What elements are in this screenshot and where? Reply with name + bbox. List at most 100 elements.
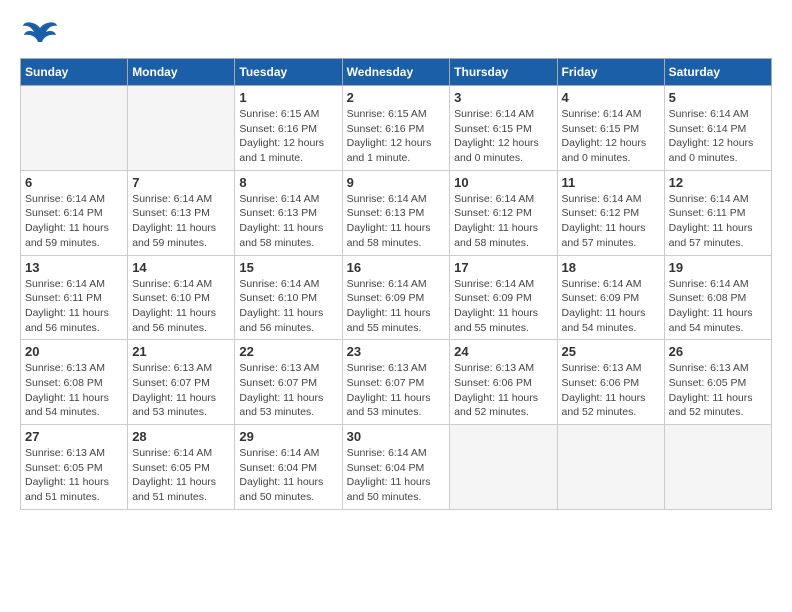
- day-info: Sunrise: 6:13 AM Sunset: 6:07 PM Dayligh…: [239, 361, 337, 420]
- day-info: Sunrise: 6:14 AM Sunset: 6:15 PM Dayligh…: [562, 107, 660, 166]
- page-header: [20, 20, 772, 42]
- day-header-monday: Monday: [128, 59, 235, 86]
- calendar-cell: [21, 86, 128, 171]
- day-number: 1: [239, 90, 337, 105]
- day-info: Sunrise: 6:13 AM Sunset: 6:06 PM Dayligh…: [562, 361, 660, 420]
- day-info: Sunrise: 6:14 AM Sunset: 6:12 PM Dayligh…: [562, 192, 660, 251]
- day-number: 28: [132, 429, 230, 444]
- day-number: 21: [132, 344, 230, 359]
- calendar-cell: 13 Sunrise: 6:14 AM Sunset: 6:11 PM Dayli…: [21, 255, 128, 340]
- calendar-cell: 16 Sunrise: 6:14 AM Sunset: 6:09 PM Dayli…: [342, 255, 450, 340]
- calendar-cell: 18 Sunrise: 6:14 AM Sunset: 6:09 PM Dayli…: [557, 255, 664, 340]
- calendar-cell: [557, 425, 664, 510]
- calendar-cell: 8 Sunrise: 6:14 AM Sunset: 6:13 PM Daylig…: [235, 170, 342, 255]
- day-info: Sunrise: 6:14 AM Sunset: 6:15 PM Dayligh…: [454, 107, 552, 166]
- day-header-tuesday: Tuesday: [235, 59, 342, 86]
- day-header-sunday: Sunday: [21, 59, 128, 86]
- day-info: Sunrise: 6:14 AM Sunset: 6:12 PM Dayligh…: [454, 192, 552, 251]
- day-number: 9: [347, 175, 446, 190]
- day-info: Sunrise: 6:14 AM Sunset: 6:09 PM Dayligh…: [454, 277, 552, 336]
- calendar-cell: 27 Sunrise: 6:13 AM Sunset: 6:05 PM Dayli…: [21, 425, 128, 510]
- day-number: 10: [454, 175, 552, 190]
- day-info: Sunrise: 6:14 AM Sunset: 6:13 PM Dayligh…: [347, 192, 446, 251]
- day-info: Sunrise: 6:13 AM Sunset: 6:07 PM Dayligh…: [347, 361, 446, 420]
- day-info: Sunrise: 6:14 AM Sunset: 6:13 PM Dayligh…: [132, 192, 230, 251]
- day-info: Sunrise: 6:14 AM Sunset: 6:08 PM Dayligh…: [669, 277, 767, 336]
- calendar-cell: 20Sunrise: 6:13 AM Sunset: 6:08 PM Dayli…: [21, 340, 128, 425]
- logo-bird-icon: [22, 20, 58, 48]
- calendar-week-4: 20Sunrise: 6:13 AM Sunset: 6:08 PM Dayli…: [21, 340, 772, 425]
- calendar-cell: 6Sunrise: 6:14 AM Sunset: 6:14 PM Daylig…: [21, 170, 128, 255]
- day-number: 8: [239, 175, 337, 190]
- calendar-cell: 7 Sunrise: 6:14 AM Sunset: 6:13 PM Daylig…: [128, 170, 235, 255]
- day-number: 26: [669, 344, 767, 359]
- day-header-friday: Friday: [557, 59, 664, 86]
- calendar-cell: 21 Sunrise: 6:13 AM Sunset: 6:07 PM Dayli…: [128, 340, 235, 425]
- day-info: Sunrise: 6:13 AM Sunset: 6:05 PM Dayligh…: [669, 361, 767, 420]
- calendar-week-2: 6Sunrise: 6:14 AM Sunset: 6:14 PM Daylig…: [21, 170, 772, 255]
- calendar-cell: 12 Sunrise: 6:14 AM Sunset: 6:11 PM Dayli…: [664, 170, 771, 255]
- calendar-cell: 2 Sunrise: 6:15 AM Sunset: 6:16 PM Daylig…: [342, 86, 450, 171]
- calendar-cell: [450, 425, 557, 510]
- day-number: 22: [239, 344, 337, 359]
- day-number: 24: [454, 344, 552, 359]
- day-number: 14: [132, 260, 230, 275]
- day-info: Sunrise: 6:14 AM Sunset: 6:09 PM Dayligh…: [347, 277, 446, 336]
- day-info: Sunrise: 6:14 AM Sunset: 6:11 PM Dayligh…: [25, 277, 123, 336]
- day-number: 16: [347, 260, 446, 275]
- calendar-cell: 26 Sunrise: 6:13 AM Sunset: 6:05 PM Dayli…: [664, 340, 771, 425]
- day-number: 7: [132, 175, 230, 190]
- day-number: 5: [669, 90, 767, 105]
- day-number: 27: [25, 429, 123, 444]
- calendar-week-1: 1 Sunrise: 6:15 AM Sunset: 6:16 PM Daylig…: [21, 86, 772, 171]
- day-info: Sunrise: 6:14 AM Sunset: 6:10 PM Dayligh…: [132, 277, 230, 336]
- day-number: 2: [347, 90, 446, 105]
- day-number: 29: [239, 429, 337, 444]
- day-info: Sunrise: 6:14 AM Sunset: 6:05 PM Dayligh…: [132, 446, 230, 505]
- day-number: 11: [562, 175, 660, 190]
- day-info: Sunrise: 6:14 AM Sunset: 6:10 PM Dayligh…: [239, 277, 337, 336]
- day-number: 30: [347, 429, 446, 444]
- day-info: Sunrise: 6:14 AM Sunset: 6:13 PM Dayligh…: [239, 192, 337, 251]
- day-info: Sunrise: 6:14 AM Sunset: 6:04 PM Dayligh…: [347, 446, 446, 505]
- calendar-cell: [128, 86, 235, 171]
- calendar-cell: 28 Sunrise: 6:14 AM Sunset: 6:05 PM Dayli…: [128, 425, 235, 510]
- day-info: Sunrise: 6:15 AM Sunset: 6:16 PM Dayligh…: [347, 107, 446, 166]
- calendar-cell: 11 Sunrise: 6:14 AM Sunset: 6:12 PM Dayli…: [557, 170, 664, 255]
- day-header-saturday: Saturday: [664, 59, 771, 86]
- day-info: Sunrise: 6:13 AM Sunset: 6:05 PM Dayligh…: [25, 446, 123, 505]
- day-number: 3: [454, 90, 552, 105]
- day-info: Sunrise: 6:15 AM Sunset: 6:16 PM Dayligh…: [239, 107, 337, 166]
- day-number: 23: [347, 344, 446, 359]
- calendar-week-3: 13 Sunrise: 6:14 AM Sunset: 6:11 PM Dayli…: [21, 255, 772, 340]
- calendar-week-5: 27 Sunrise: 6:13 AM Sunset: 6:05 PM Dayli…: [21, 425, 772, 510]
- calendar-cell: 17 Sunrise: 6:14 AM Sunset: 6:09 PM Dayli…: [450, 255, 557, 340]
- day-info: Sunrise: 6:14 AM Sunset: 6:09 PM Dayligh…: [562, 277, 660, 336]
- day-info: Sunrise: 6:13 AM Sunset: 6:07 PM Dayligh…: [132, 361, 230, 420]
- calendar-cell: 30 Sunrise: 6:14 AM Sunset: 6:04 PM Dayli…: [342, 425, 450, 510]
- calendar-header-row: SundayMondayTuesdayWednesdayThursdayFrid…: [21, 59, 772, 86]
- calendar-cell: 3 Sunrise: 6:14 AM Sunset: 6:15 PM Daylig…: [450, 86, 557, 171]
- day-number: 18: [562, 260, 660, 275]
- calendar-cell: 15 Sunrise: 6:14 AM Sunset: 6:10 PM Dayli…: [235, 255, 342, 340]
- day-number: 12: [669, 175, 767, 190]
- calendar-cell: 19 Sunrise: 6:14 AM Sunset: 6:08 PM Dayli…: [664, 255, 771, 340]
- day-number: 15: [239, 260, 337, 275]
- day-info: Sunrise: 6:13 AM Sunset: 6:06 PM Dayligh…: [454, 361, 552, 420]
- day-info: Sunrise: 6:14 AM Sunset: 6:04 PM Dayligh…: [239, 446, 337, 505]
- calendar-cell: 9 Sunrise: 6:14 AM Sunset: 6:13 PM Daylig…: [342, 170, 450, 255]
- day-number: 25: [562, 344, 660, 359]
- calendar-cell: [664, 425, 771, 510]
- day-number: 20: [25, 344, 123, 359]
- day-number: 13: [25, 260, 123, 275]
- day-info: Sunrise: 6:14 AM Sunset: 6:11 PM Dayligh…: [669, 192, 767, 251]
- calendar-table: SundayMondayTuesdayWednesdayThursdayFrid…: [20, 58, 772, 510]
- day-number: 19: [669, 260, 767, 275]
- day-info: Sunrise: 6:14 AM Sunset: 6:14 PM Dayligh…: [669, 107, 767, 166]
- day-number: 17: [454, 260, 552, 275]
- day-header-thursday: Thursday: [450, 59, 557, 86]
- day-header-wednesday: Wednesday: [342, 59, 450, 86]
- calendar-cell: 25 Sunrise: 6:13 AM Sunset: 6:06 PM Dayli…: [557, 340, 664, 425]
- day-number: 4: [562, 90, 660, 105]
- calendar-cell: 24 Sunrise: 6:13 AM Sunset: 6:06 PM Dayli…: [450, 340, 557, 425]
